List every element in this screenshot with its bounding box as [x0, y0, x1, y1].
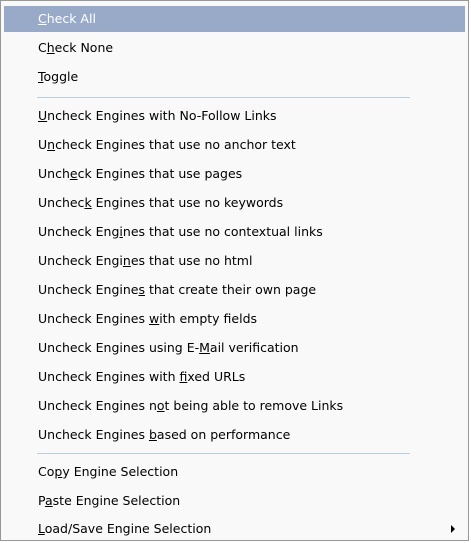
- menu-item-label-post: nes that use no contextual links: [122, 224, 323, 239]
- menu-item-label-pre: Co: [38, 464, 55, 479]
- submenu-arrow-icon: [451, 525, 455, 533]
- menu-item-uncheck-use-pages[interactable]: Uncheck Engines that use pages: [4, 161, 465, 187]
- menu-item-label-pre: Uncheck Engines: [38, 311, 149, 326]
- menu-item-mnemonic: w: [148, 311, 160, 326]
- menu-item-label-post: heck All: [46, 11, 96, 26]
- menu-item-label-pre: Unchec: [38, 195, 85, 210]
- menu-item-mnemonic: e: [69, 166, 78, 181]
- menu-item-label-post: Engines that use no keywords: [91, 195, 284, 210]
- menu-item-label-post: t being able to remove Links: [164, 398, 344, 413]
- menu-item-label-post: ased on performance: [156, 427, 291, 442]
- menu-item-label-pre: Uncheck Engines using E-: [38, 340, 200, 355]
- menu-item-uncheck-no-follow[interactable]: Uncheck Engines with No-Follow Links: [4, 103, 465, 129]
- menu-item-mnemonic: a: [44, 493, 53, 508]
- menu-item-label-post: ixed URLs: [187, 369, 246, 384]
- menu-item-label-post: es that use no html: [130, 253, 253, 268]
- menu-item-label-pre: Uncheck Engine: [38, 282, 139, 297]
- menu-item-label-post: ith empty fields: [159, 311, 258, 326]
- menu-item-mnemonic: L: [38, 521, 45, 536]
- menu-item-paste-engine-selection[interactable]: Paste Engine Selection: [4, 488, 465, 514]
- menu-item-mnemonic: k: [84, 195, 92, 210]
- menu-item-uncheck-no-contextual-links[interactable]: Uncheck Engines that use no contextual l…: [4, 219, 465, 245]
- menu-separator: [37, 453, 410, 454]
- menu-item-mnemonic: n: [47, 137, 56, 152]
- menu-item-label-post: ncheck Engines with No-Follow Links: [47, 108, 277, 123]
- menu-item-mnemonic: U: [38, 108, 48, 123]
- menu-item-toggle[interactable]: Toggle: [4, 64, 465, 90]
- menu-item-label-pre: U: [38, 137, 48, 152]
- menu-item-copy-engine-selection[interactable]: Copy Engine Selection: [4, 459, 465, 485]
- menu-item-label-post: check Engines that use no anchor text: [55, 137, 296, 152]
- menu-item-uncheck-cannot-remove-links[interactable]: Uncheck Engines not being able to remove…: [4, 393, 465, 419]
- menu-item-label-pre: Uncheck Engines n: [38, 398, 157, 413]
- menu-item-label-post: ck Engines that use pages: [77, 166, 243, 181]
- menu-item-mnemonic: h: [46, 40, 55, 55]
- menu-item-label-pre: Uncheck Engi: [38, 253, 123, 268]
- menu-item-uncheck-no-anchor-text[interactable]: Uncheck Engines that use no anchor text: [4, 132, 465, 158]
- menu-item-label-pre: Unch: [38, 166, 70, 181]
- menu-item-mnemonic: M: [199, 340, 210, 355]
- menu-item-uncheck-no-html[interactable]: Uncheck Engines that use no html: [4, 248, 465, 274]
- menu-item-label-post: oggle: [43, 69, 79, 84]
- menu-item-label-pre: Uncheck Engines with: [38, 369, 180, 384]
- menu-item-uncheck-own-page[interactable]: Uncheck Engines that create their own pa…: [4, 277, 465, 303]
- menu-item-label-post: oad/Save Engine Selection: [44, 521, 212, 536]
- menu-item-mnemonic: n: [122, 253, 131, 268]
- menu-item-label-post: ste Engine Selection: [52, 493, 181, 508]
- menu-item-label-pre: P: [38, 493, 45, 508]
- menu-item-label-post: eck None: [54, 40, 114, 55]
- menu-item-label-post: ail verification: [209, 340, 299, 355]
- menu-separator: [37, 97, 410, 98]
- menu-item-label-pre: Uncheck Eng: [38, 224, 120, 239]
- menu-item-label-pre: Uncheck Engines: [38, 427, 149, 442]
- menu-item-label-post: y Engine Selection: [62, 464, 179, 479]
- menu-item-mnemonic: o: [156, 398, 165, 413]
- context-menu: Check All Check None Toggle Uncheck Engi…: [0, 0, 469, 541]
- menu-item-label-post: that create their own page: [145, 282, 317, 297]
- menu-item-label-pre: C: [38, 40, 47, 55]
- menu-item-check-none[interactable]: Check None: [4, 35, 465, 61]
- menu-item-mnemonic: b: [148, 427, 157, 442]
- menu-item-uncheck-email-verification[interactable]: Uncheck Engines using E-Mail verificatio…: [4, 335, 465, 361]
- menu-item-mnemonic: C: [38, 11, 47, 26]
- menu-item-uncheck-fixed-urls[interactable]: Uncheck Engines with fixed URLs: [4, 364, 465, 390]
- menu-item-uncheck-based-on-performance[interactable]: Uncheck Engines based on performance: [4, 422, 465, 448]
- menu-item-check-all[interactable]: Check All: [4, 6, 465, 32]
- menu-item-load-save-engine-selection[interactable]: Load/Save Engine Selection: [4, 516, 465, 542]
- menu-item-uncheck-no-keywords[interactable]: Uncheck Engines that use no keywords: [4, 190, 465, 216]
- menu-item-uncheck-empty-fields[interactable]: Uncheck Engines with empty fields: [4, 306, 465, 332]
